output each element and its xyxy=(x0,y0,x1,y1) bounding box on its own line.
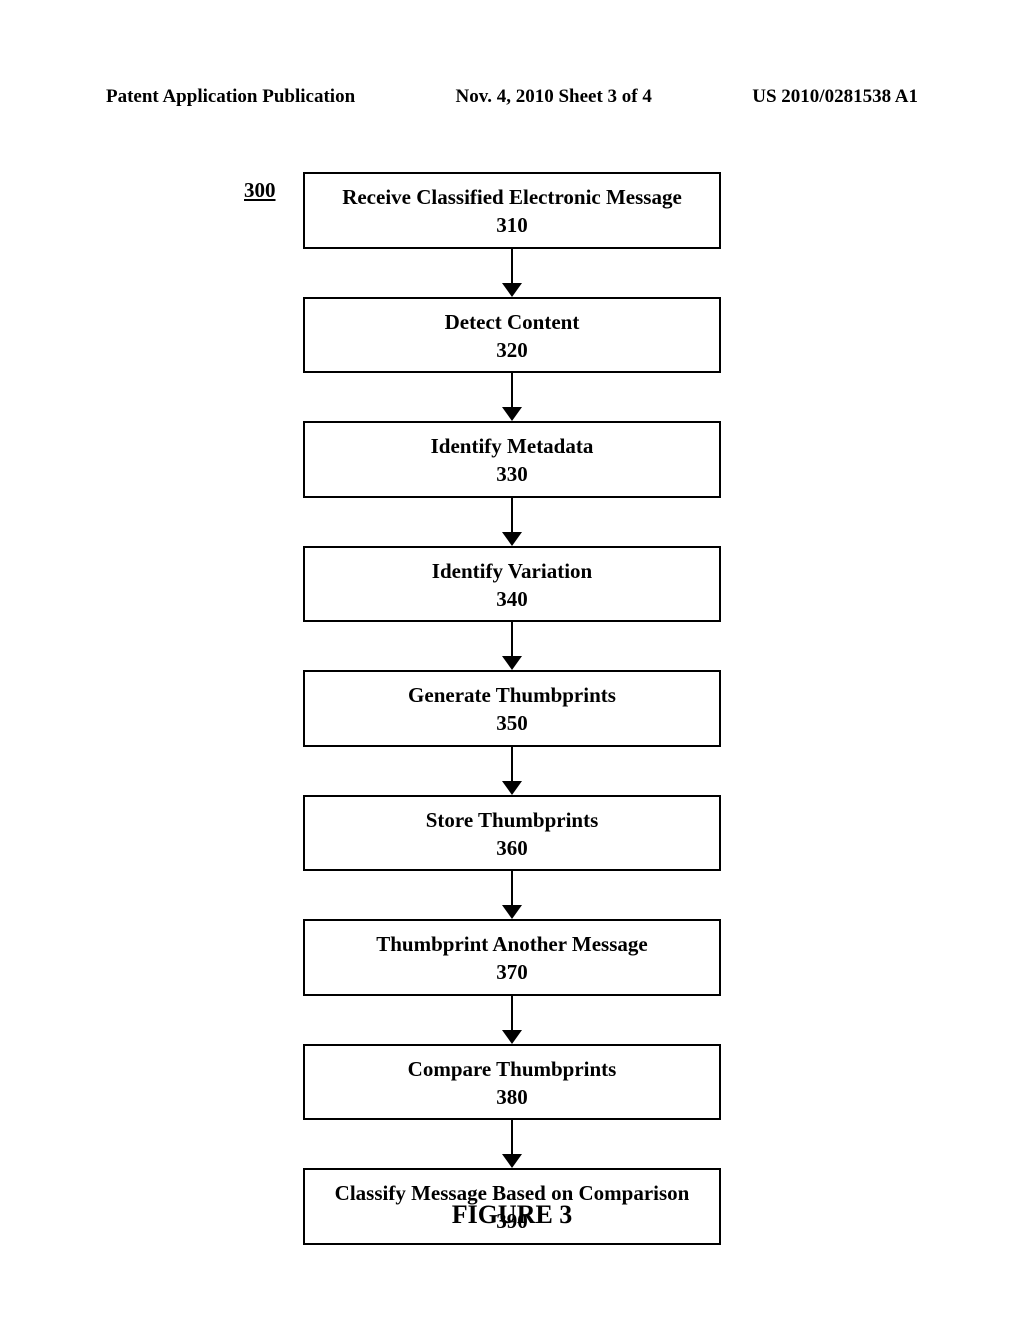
step-title: Detect Content xyxy=(445,309,580,335)
step-title: Receive Classified Electronic Message xyxy=(342,184,682,210)
step-330: Identify Metadata 330 xyxy=(303,421,721,498)
step-title: Store Thumbprints xyxy=(426,807,599,833)
page-header: Patent Application Publication Nov. 4, 2… xyxy=(106,86,918,108)
step-title: Generate Thumbprints xyxy=(408,682,616,708)
step-number: 310 xyxy=(496,212,528,238)
step-340: Identify Variation 340 xyxy=(303,546,721,623)
step-title: Thumbprint Another Message xyxy=(376,931,647,957)
page: Patent Application Publication Nov. 4, 2… xyxy=(0,0,1024,1320)
step-number: 330 xyxy=(496,461,528,487)
step-title: Identify Variation xyxy=(432,558,592,584)
arrow-down-icon xyxy=(502,498,522,546)
step-320: Detect Content 320 xyxy=(303,297,721,374)
step-number: 360 xyxy=(496,835,528,861)
step-number: 380 xyxy=(496,1084,528,1110)
step-380: Compare Thumbprints 380 xyxy=(303,1044,721,1121)
flowchart: Receive Classified Electronic Message 31… xyxy=(0,172,1024,1245)
arrow-down-icon xyxy=(502,622,522,670)
step-350: Generate Thumbprints 350 xyxy=(303,670,721,747)
header-left: Patent Application Publication xyxy=(106,86,355,108)
step-370: Thumbprint Another Message 370 xyxy=(303,919,721,996)
step-title: Compare Thumbprints xyxy=(408,1056,617,1082)
arrow-down-icon xyxy=(502,249,522,297)
header-right: US 2010/0281538 A1 xyxy=(752,86,918,108)
step-310: Receive Classified Electronic Message 31… xyxy=(303,172,721,249)
arrow-down-icon xyxy=(502,996,522,1044)
step-title: Identify Metadata xyxy=(431,433,594,459)
step-number: 340 xyxy=(496,586,528,612)
arrow-down-icon xyxy=(502,871,522,919)
step-number: 370 xyxy=(496,959,528,985)
step-number: 350 xyxy=(496,710,528,736)
figure-caption: FIGURE 3 xyxy=(0,1200,1024,1230)
arrow-down-icon xyxy=(502,373,522,421)
arrow-down-icon xyxy=(502,1120,522,1168)
step-number: 320 xyxy=(496,337,528,363)
arrow-down-icon xyxy=(502,747,522,795)
step-360: Store Thumbprints 360 xyxy=(303,795,721,872)
header-center: Nov. 4, 2010 Sheet 3 of 4 xyxy=(456,86,652,108)
